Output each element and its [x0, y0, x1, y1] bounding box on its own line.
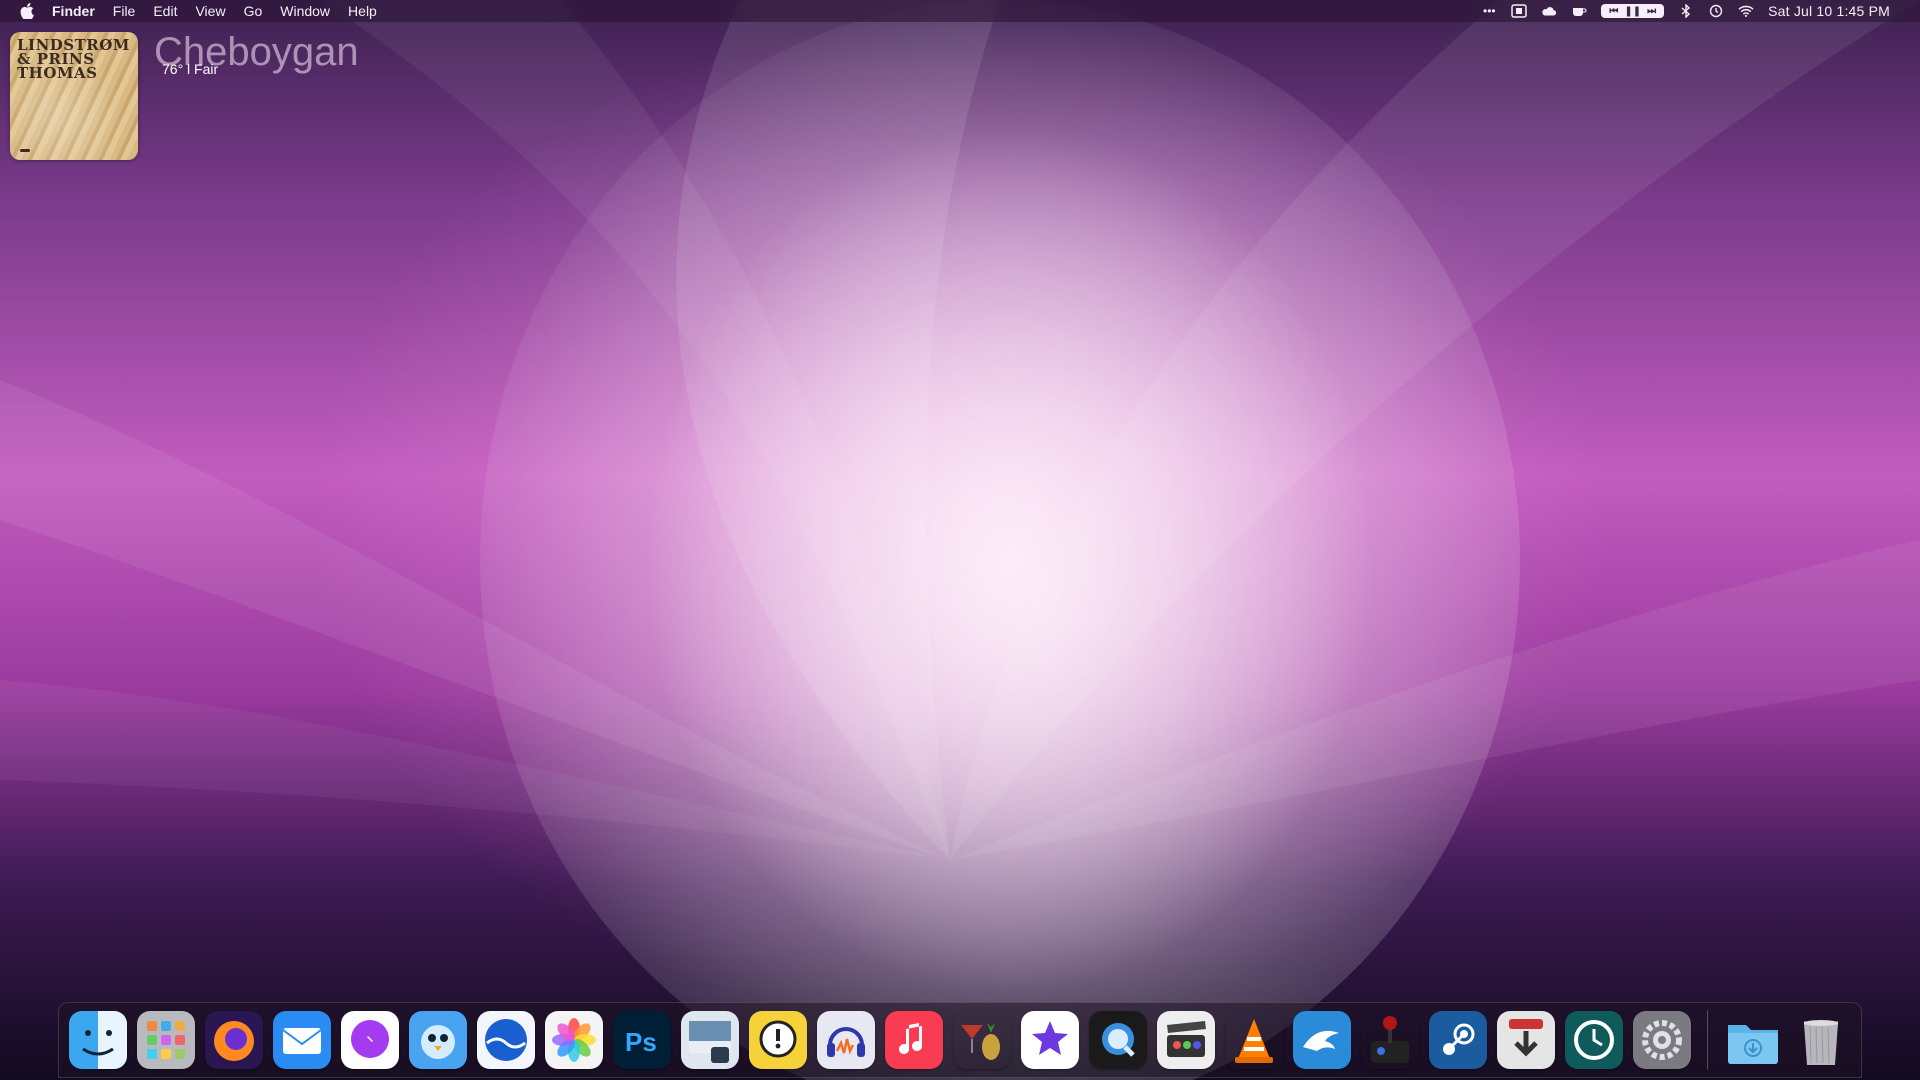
- screenshot-icon[interactable]: [1511, 4, 1528, 18]
- firefox-icon: [205, 1011, 263, 1069]
- wifi-icon[interactable]: [1738, 4, 1754, 18]
- album-artist-text: LINDSTRØM & PRINS THOMAS: [17, 36, 130, 82]
- previous-track-icon[interactable]: ⏮: [1609, 6, 1618, 17]
- next-track-icon[interactable]: ⏭: [1647, 6, 1656, 17]
- clapper-icon: [1157, 1011, 1215, 1069]
- messenger-icon: [341, 1011, 399, 1069]
- dock-app-mercury[interactable]: [477, 1011, 535, 1069]
- steam-icon: [1429, 1011, 1487, 1069]
- cocktail-icon: [961, 1023, 1000, 1060]
- dolphin-icon: [1293, 1011, 1351, 1069]
- dock-app-cocktail[interactable]: [953, 1011, 1011, 1069]
- dock-app-alert[interactable]: [749, 1011, 807, 1069]
- dock: Ps: [58, 1002, 1862, 1078]
- gear-icon: [1633, 1011, 1691, 1069]
- album-mark: [20, 149, 30, 152]
- dock-app-steam[interactable]: [1429, 1011, 1487, 1069]
- dock-app-tweetbot[interactable]: [409, 1011, 467, 1069]
- menu-file[interactable]: File: [113, 3, 136, 19]
- dock-app-photos[interactable]: [545, 1011, 603, 1069]
- menu-view[interactable]: View: [195, 3, 225, 19]
- headphones-icon: [817, 1011, 875, 1069]
- menu-help[interactable]: Help: [348, 3, 377, 19]
- download-arrow-icon: [1497, 1011, 1555, 1069]
- preview-icon: [681, 1011, 739, 1069]
- dock-separator: [1707, 1010, 1708, 1070]
- dock-app-downloads[interactable]: [1724, 1011, 1782, 1069]
- dock-app-system-preferences[interactable]: [1633, 1011, 1691, 1069]
- vlc-cone-icon: [1235, 1019, 1273, 1063]
- dock-app-joystick[interactable]: [1361, 1011, 1419, 1069]
- dock-app-firefox[interactable]: [205, 1011, 263, 1069]
- mail-icon: [273, 1011, 331, 1069]
- pause-icon[interactable]: ❚❚: [1624, 6, 1641, 17]
- menu-go[interactable]: Go: [244, 3, 263, 19]
- dock-app-imovie[interactable]: [1021, 1011, 1079, 1069]
- quicktime-icon: [1089, 1011, 1147, 1069]
- apple-icon[interactable]: [20, 3, 34, 20]
- menu-left: Finder File Edit View Go Window Help: [0, 3, 377, 20]
- bird-icon: [409, 1011, 467, 1069]
- dock-app-dolphin[interactable]: [1293, 1011, 1351, 1069]
- downloads-folder-icon: [1728, 1025, 1778, 1064]
- dock-app-mail[interactable]: [273, 1011, 331, 1069]
- launchpad-icon: [137, 1011, 195, 1069]
- album-art-widget[interactable]: LINDSTRØM & PRINS THOMAS: [10, 32, 138, 160]
- dock-app-vlc[interactable]: [1225, 1011, 1283, 1069]
- photoshop-icon: Ps: [613, 1011, 671, 1069]
- coffee-icon[interactable]: [1571, 4, 1587, 18]
- finder-icon: [69, 1011, 127, 1069]
- music-note-icon: [885, 1011, 943, 1069]
- dock-app-finder[interactable]: [69, 1011, 127, 1069]
- menu-app-name[interactable]: Finder: [52, 3, 95, 19]
- dock-app-trash[interactable]: [1792, 1011, 1850, 1069]
- dock-app-audacity[interactable]: [817, 1011, 875, 1069]
- menu-clock[interactable]: Sat Jul 10 1:45 PM: [1768, 3, 1890, 19]
- star-camera-icon: [1021, 1011, 1079, 1069]
- dock-app-preview[interactable]: [681, 1011, 739, 1069]
- joystick-icon: [1371, 1016, 1409, 1063]
- menu-window[interactable]: Window: [280, 3, 330, 19]
- clock-icon: [1565, 1011, 1623, 1069]
- dock-app-claquette[interactable]: [1157, 1011, 1215, 1069]
- menu-right: ••• ⏮ ❚❚ ⏭ Sat Jul 10 1:45 PM: [1481, 3, 1920, 19]
- photos-icon: [545, 1011, 603, 1069]
- dock-app-music[interactable]: [885, 1011, 943, 1069]
- dock-app-launchpad[interactable]: [137, 1011, 195, 1069]
- dock-app-photoshop[interactable]: Ps: [613, 1011, 671, 1069]
- dock-app-downie[interactable]: [1497, 1011, 1555, 1069]
- wallpaper-rays: [0, 0, 1920, 1080]
- menu-bar: Finder File Edit View Go Window Help •••…: [0, 0, 1920, 22]
- more-icon[interactable]: •••: [1481, 4, 1497, 18]
- exclamation-bubble-icon: [749, 1011, 807, 1069]
- svg-text:Ps: Ps: [625, 1027, 657, 1057]
- trash-icon: [1804, 1020, 1838, 1065]
- cloud-icon[interactable]: [1541, 4, 1557, 18]
- media-controls: ⏮ ❚❚ ⏭: [1601, 4, 1665, 18]
- time-machine-icon[interactable]: [1708, 4, 1724, 18]
- bluetooth-icon[interactable]: [1678, 4, 1694, 18]
- wave-icon: [477, 1011, 535, 1069]
- dock-app-time-machine[interactable]: [1565, 1011, 1623, 1069]
- dock-app-quicktime[interactable]: [1089, 1011, 1147, 1069]
- menu-edit[interactable]: Edit: [153, 3, 177, 19]
- weather-condition: 76° l Fair: [162, 61, 219, 77]
- dock-app-messenger[interactable]: [341, 1011, 399, 1069]
